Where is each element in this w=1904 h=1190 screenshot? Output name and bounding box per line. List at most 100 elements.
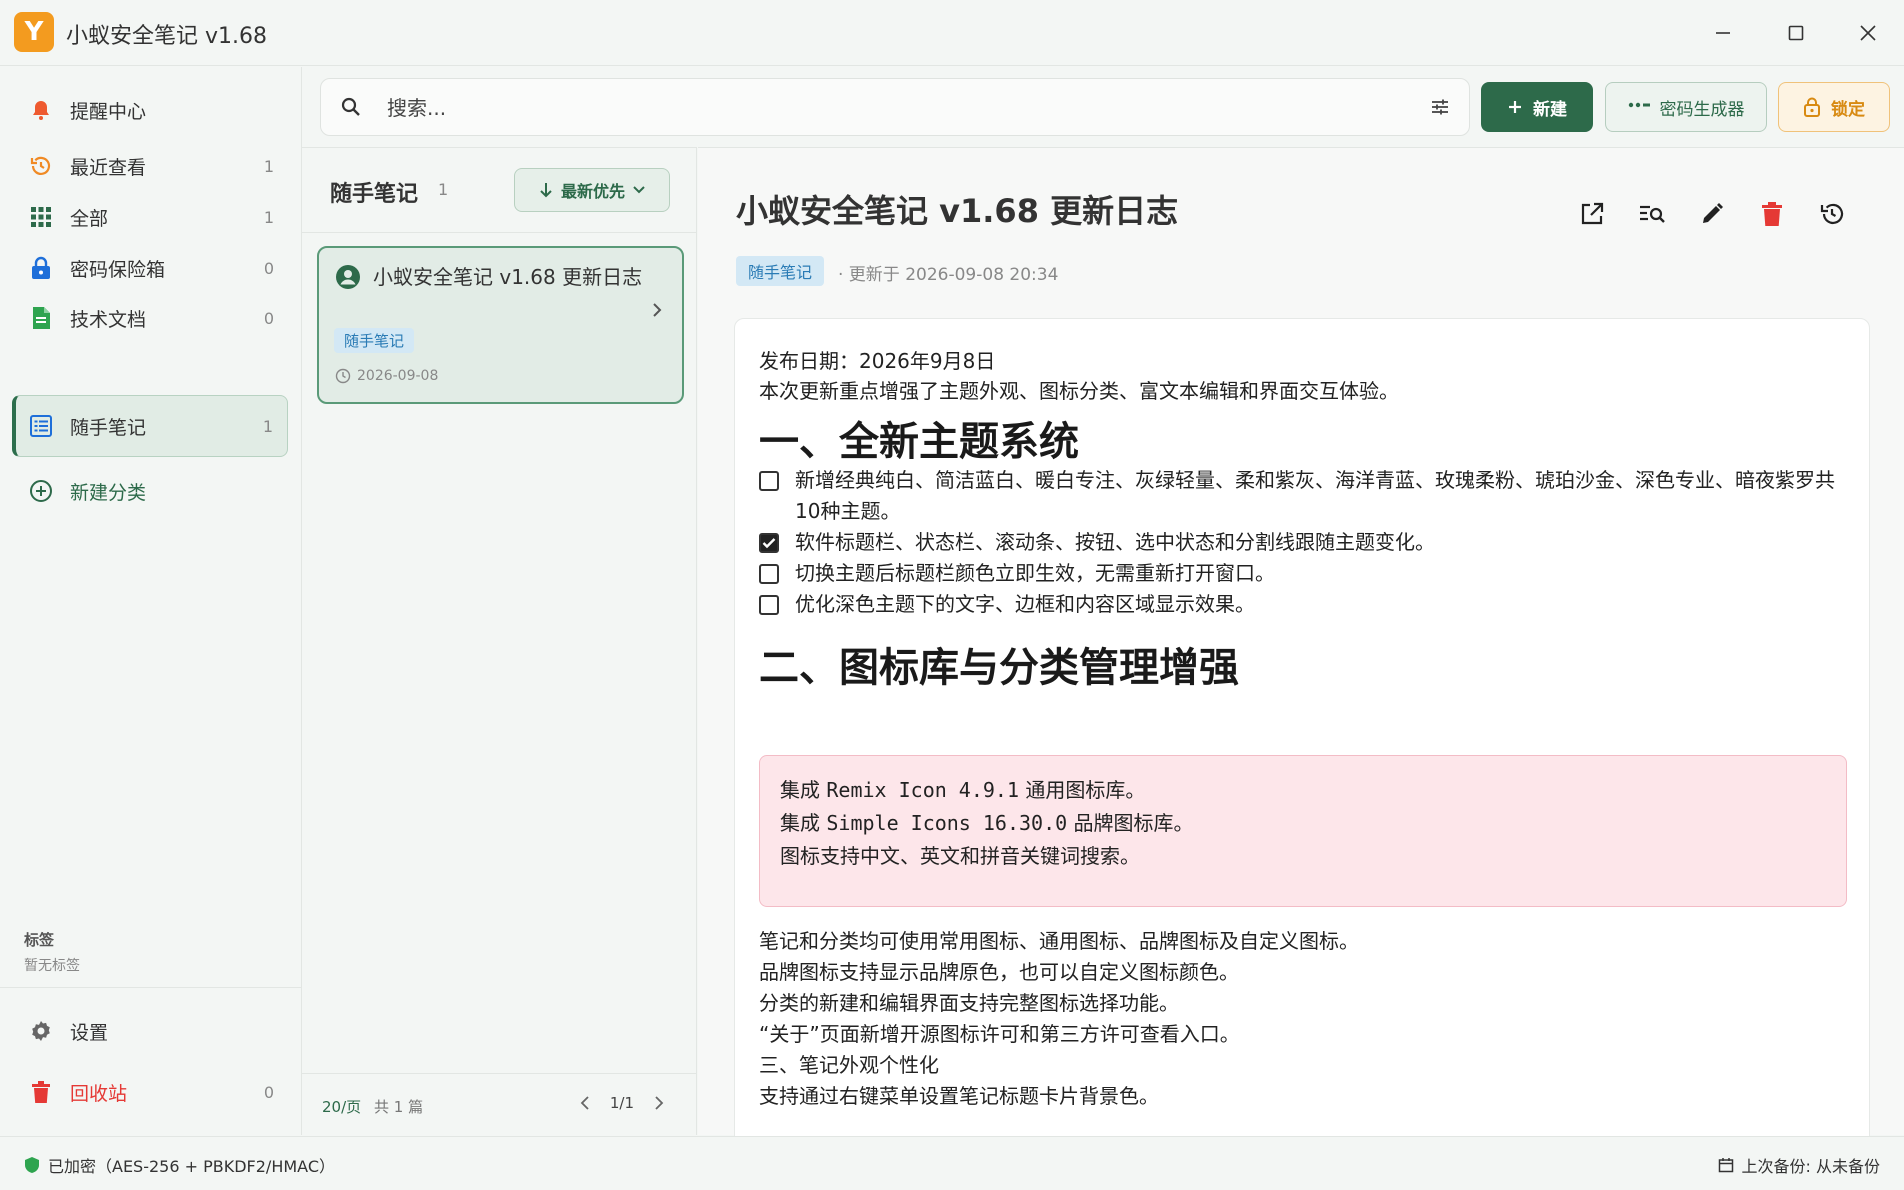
chevron-down-icon	[633, 186, 645, 194]
sidebar-item-label: 最近查看	[70, 156, 147, 179]
quote-code: Simple Icons 16.30.0	[826, 811, 1068, 835]
release-date: 发布日期：2026年9月8日	[759, 349, 996, 373]
arrow-down-icon	[539, 182, 553, 198]
search-icon	[339, 95, 363, 123]
clock-icon	[335, 368, 351, 384]
note-card-title: 小蚁安全笔记 v1.68 更新日志	[373, 265, 643, 289]
sidebar-item-quick-notes[interactable]: 随手笔记 1	[12, 395, 288, 457]
quote-code: Remix Icon 4.9.1	[826, 778, 1020, 802]
prev-page-icon[interactable]	[580, 1096, 590, 1110]
sort-dropdown[interactable]: 最新优先	[514, 168, 670, 212]
paragraph: “关于”页面新增开源图标许可和第三方许可查看入口。	[759, 1022, 1240, 1046]
sidebar-item-settings[interactable]: 设置	[12, 1001, 288, 1061]
sidebar-item-reminders[interactable]: 提醒中心	[12, 80, 288, 140]
history-icon	[26, 154, 56, 178]
page-size-select[interactable]: 20/页	[322, 1096, 361, 1117]
document-icon	[26, 306, 56, 330]
password-generator-button[interactable]: 密码生成器	[1605, 82, 1767, 132]
encryption-text: 已加密（AES-256 + PBKDF2/HMAC）	[48, 1157, 335, 1176]
quote-line: 集成 Simple Icons 16.30.0 品牌图标库。	[780, 807, 1194, 836]
paragraph: 笔记和分类均可使用常用图标、通用图标、品牌图标及自定义图标。	[759, 929, 1359, 953]
shield-icon	[25, 1157, 39, 1173]
minimize-icon	[1716, 32, 1730, 34]
quote-text: 图标支持中文、英文和拼音关键词搜索。	[780, 844, 1140, 868]
page-indicator: 1/1	[609, 1094, 634, 1112]
todo-item: 切换主题后标题栏颜色立即生效，无需重新打开窗口。	[759, 558, 1839, 589]
list-box-icon	[26, 415, 56, 437]
backup-text: 上次备份: 从未备份	[1741, 1157, 1880, 1176]
plus-icon	[1507, 99, 1523, 115]
note-card[interactable]: 小蚁安全笔记 v1.68 更新日志 随手笔记 2026-09-08	[317, 246, 684, 404]
note-category-tag: 随手笔记	[736, 256, 825, 286]
find-in-note-icon[interactable]	[1634, 196, 1670, 232]
note-list-panel: 随手笔记 1 最新优先 小蚁安全笔记 v1.68 更新日志 随手笔记 2026-…	[302, 147, 697, 1135]
sidebar-item-trash[interactable]: 回收站 0	[12, 1062, 288, 1122]
sidebar-item-label: 全部	[70, 207, 109, 230]
todo-text: 新增经典纯白、简洁蓝白、暖白专注、灰绿轻量、柔和紫灰、海洋青蓝、玫瑰柔粉、琥珀沙…	[795, 468, 1835, 523]
quote-text: 品牌图标库。	[1067, 811, 1194, 835]
pagination: 1/1	[570, 1094, 674, 1112]
sidebar: 提醒中心 最近查看 1 全部 1 密码保险箱 0 技术文档 0 随手笔记 1 新…	[0, 67, 302, 1135]
sidebar-item-label: 回收站	[70, 1082, 128, 1105]
open-external-icon[interactable]	[1574, 196, 1610, 232]
version-history-icon[interactable]	[1814, 196, 1850, 232]
todo-item: 新增经典纯白、简洁蓝白、暖白专注、灰绿轻量、柔和紫灰、海洋青蓝、玫瑰柔粉、琥珀沙…	[759, 465, 1839, 527]
delete-icon[interactable]	[1754, 196, 1790, 232]
note-title: 小蚁安全笔记 v1.68 更新日志	[736, 192, 1179, 230]
todo-text: 优化深色主题下的文字、边框和内容区域显示效果。	[795, 592, 1255, 616]
note-card-date: 2026-09-08	[335, 368, 438, 384]
password-generator-label: 密码生成器	[1659, 99, 1745, 120]
sidebar-divider	[0, 987, 302, 988]
lock-icon	[26, 256, 56, 280]
note-updated-time: · 更新于 2026-09-08 20:34	[838, 265, 1059, 285]
lock-label: 锁定	[1831, 99, 1865, 120]
backup-status: 上次备份: 从未备份	[1718, 1153, 1880, 1177]
sidebar-item-new-category[interactable]: 新建分类	[12, 461, 288, 521]
note-content[interactable]: 发布日期：2026年9月8日 本次更新重点增强了主题外观、图标分类、富文本编辑和…	[734, 318, 1870, 1148]
sidebar-item-label: 提醒中心	[70, 100, 147, 123]
total-count: 共 1 篇	[374, 1098, 424, 1116]
todo-item: 软件标题栏、状态栏、滚动条、按钮、选中状态和分割线跟随主题变化。	[759, 527, 1839, 558]
sidebar-item-label: 密码保险箱	[70, 258, 166, 281]
sidebar-item-count: 1	[263, 207, 274, 227]
quote-text: 通用图标库。	[1019, 778, 1146, 802]
sidebar-item-label: 技术文档	[70, 308, 147, 331]
search-input[interactable]	[387, 91, 1387, 125]
todo-text: 切换主题后标题栏颜色立即生效，无需重新打开窗口。	[795, 561, 1275, 585]
checkbox[interactable]	[759, 595, 779, 615]
sort-label: 最新优先	[560, 182, 625, 201]
maximize-button[interactable]	[1778, 16, 1814, 50]
checkbox-checked[interactable]	[759, 533, 779, 553]
list-count: 1	[438, 180, 449, 199]
checkbox[interactable]	[759, 471, 779, 491]
app-logo: Y	[14, 12, 54, 52]
lock-button[interactable]: 锁定	[1778, 82, 1890, 132]
search-bar	[320, 78, 1470, 136]
add-circle-icon	[26, 479, 56, 503]
lock-icon	[1803, 97, 1821, 117]
note-detail-panel: 小蚁安全笔记 v1.68 更新日志 随手笔记 · 更新于 2026-09-08 …	[698, 147, 1904, 1148]
dots-icon	[1628, 102, 1650, 112]
sidebar-item-count: 0	[263, 308, 274, 328]
sidebar-item-count: 1	[262, 416, 273, 436]
quote-text: 集成	[780, 811, 827, 835]
new-note-button[interactable]: 新建	[1481, 82, 1593, 132]
calendar-icon	[1718, 1158, 1733, 1173]
minimize-button[interactable]	[1705, 16, 1741, 50]
filter-icon[interactable]	[1429, 96, 1451, 122]
close-button[interactable]	[1850, 16, 1886, 50]
paragraph: 支持通过右键菜单设置笔记标题卡片背景色。	[759, 1084, 1159, 1108]
status-bar: 已加密（AES-256 + PBKDF2/HMAC） 上次备份: 从未备份	[0, 1136, 1904, 1190]
note-card-tag: 随手笔记	[334, 328, 415, 353]
grid-icon	[26, 206, 56, 228]
checkbox[interactable]	[759, 564, 779, 584]
trash-icon	[26, 1080, 56, 1104]
quote-block: 集成 Remix Icon 4.9.1 通用图标库。 集成 Simple Ico…	[759, 755, 1847, 907]
sidebar-item-count: 0	[263, 1082, 274, 1102]
chevron-right-icon	[652, 302, 662, 322]
note-actions	[1550, 196, 1850, 232]
next-page-icon[interactable]	[654, 1096, 664, 1110]
edit-pencil-icon[interactable]	[1694, 196, 1730, 232]
sidebar-item-tech-docs[interactable]: 技术文档 0	[12, 288, 288, 348]
quote-line: 图标支持中文、英文和拼音关键词搜索。	[780, 840, 1140, 869]
